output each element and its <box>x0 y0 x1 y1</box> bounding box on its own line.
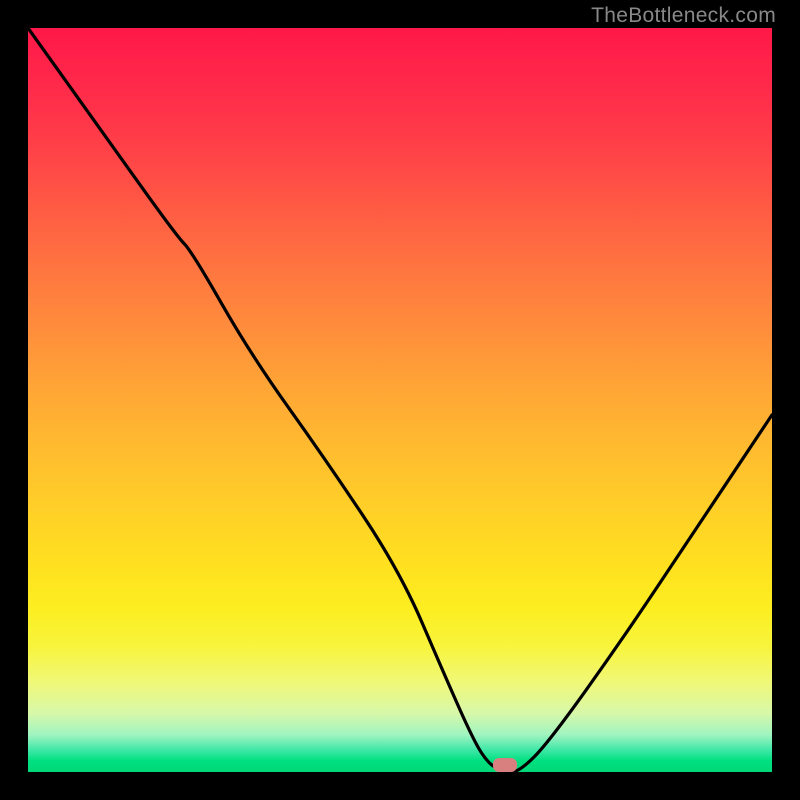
plot-area <box>28 28 772 772</box>
bottleneck-curve-svg <box>28 28 772 772</box>
bottleneck-curve-path <box>28 28 772 772</box>
chart-container: TheBottleneck.com <box>0 0 800 800</box>
minimum-marker <box>493 758 517 772</box>
watermark-text: TheBottleneck.com <box>591 4 776 28</box>
